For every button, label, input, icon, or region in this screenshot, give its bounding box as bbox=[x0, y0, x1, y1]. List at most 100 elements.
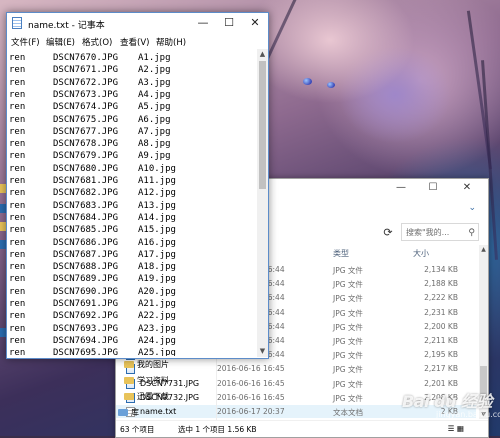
command-text: ren bbox=[9, 335, 26, 346]
command-text: ren bbox=[9, 348, 26, 356]
source-filename: DSCN7689.JPG bbox=[53, 274, 119, 285]
close-button[interactable]: ✕ bbox=[242, 13, 268, 34]
text-line: ren DSCN7688.JPG A18.jpg bbox=[9, 261, 176, 273]
folder-icon bbox=[124, 361, 134, 368]
file-type: JPG 文件 bbox=[333, 365, 363, 375]
scroll-up-icon[interactable]: ▲ bbox=[257, 49, 268, 60]
source-filename: DSCN7684.JPG bbox=[53, 212, 119, 223]
column-header-type[interactable]: 类型 bbox=[333, 248, 349, 259]
text-line: ren DSCN7681.JPG A11.jpg bbox=[9, 175, 176, 187]
minimize-button[interactable]: — bbox=[386, 179, 416, 197]
watermark-logo: Bai du 经验 bbox=[402, 392, 492, 411]
expand-ribbon-icon[interactable]: ⌄ bbox=[468, 203, 476, 213]
source-filename: DSCN7685.JPG bbox=[53, 225, 119, 236]
file-size: 2,231 KB bbox=[424, 307, 458, 317]
file-size: 2,217 KB bbox=[424, 364, 458, 374]
nav-item[interactable]: 库 bbox=[118, 407, 139, 419]
file-date: 2016-06-16 16:45 bbox=[217, 392, 285, 402]
nav-item[interactable]: 我的图片 bbox=[124, 359, 169, 371]
source-filename: DSCN7688.JPG bbox=[53, 262, 119, 273]
minimize-button[interactable]: — bbox=[190, 13, 216, 34]
source-filename: DSCN7683.JPG bbox=[53, 200, 119, 211]
text-line: ren DSCN7685.JPG A15.jpg bbox=[9, 224, 176, 236]
command-text: ren bbox=[9, 286, 26, 297]
menu-edit[interactable]: 编辑(E) bbox=[46, 36, 75, 48]
notepad-scrollbar[interactable]: ▲ ▼ bbox=[257, 49, 268, 357]
command-text: ren bbox=[9, 114, 26, 125]
notepad-icon bbox=[12, 17, 22, 29]
file-type: 文本文档 bbox=[333, 408, 363, 417]
maximize-button[interactable]: ☐ bbox=[216, 13, 242, 34]
watermark-url: jingyan.baidu.com bbox=[436, 410, 500, 419]
text-line: ren DSCN7678.JPG A8.jpg bbox=[9, 138, 171, 150]
nav-item[interactable]: 学习资料 bbox=[124, 375, 169, 387]
notepad-title-bar[interactable]: name.txt - 记事本 — ☐ ✕ bbox=[7, 13, 268, 34]
wallpaper-gem bbox=[303, 78, 312, 85]
text-line: ren DSCN7674.JPG A5.jpg bbox=[9, 101, 171, 113]
command-text: ren bbox=[9, 163, 26, 174]
source-filename: DSCN7694.JPG bbox=[53, 335, 119, 346]
target-filename: A9.jpg bbox=[138, 151, 171, 162]
menu-help[interactable]: 帮助(H) bbox=[156, 36, 186, 48]
target-filename: A22.jpg bbox=[138, 311, 176, 322]
nav-item[interactable]: 迅雷下载 bbox=[124, 391, 169, 403]
target-filename: A11.jpg bbox=[138, 176, 176, 186]
command-text: ren bbox=[9, 53, 26, 63]
file-size: 2,211 KB bbox=[424, 336, 458, 345]
command-text: ren bbox=[9, 139, 26, 150]
file-type: JPG 文件 bbox=[333, 294, 363, 304]
file-size: 2,195 KB bbox=[424, 350, 458, 360]
close-button[interactable]: ✕ bbox=[452, 179, 482, 197]
file-size: 2,188 KB bbox=[424, 279, 458, 289]
notepad-text-area[interactable]: ren DSCN7670.JPG A1.jpg ren DSCN7671.JPG A2.j… bbox=[8, 50, 256, 356]
command-text: ren bbox=[9, 126, 26, 137]
text-line: ren DSCN7670.JPG A1.jpg bbox=[9, 52, 171, 64]
folder-icon bbox=[124, 393, 134, 400]
command-text: ren bbox=[9, 274, 26, 285]
file-type: JPG 文件 bbox=[333, 308, 363, 318]
text-line: ren DSCN7692.JPG A22.jpg bbox=[9, 310, 176, 322]
notepad-window[interactable]: name.txt - 记事本 — ☐ ✕ 文件(F) 编辑(E) 格式(O) 查… bbox=[6, 12, 269, 359]
text-line: ren DSCN7680.JPG A10.jpg bbox=[9, 163, 176, 175]
source-filename: DSCN7681.JPG bbox=[53, 176, 119, 186]
source-filename: DSCN7682.JPG bbox=[53, 188, 119, 199]
target-filename: A2.jpg bbox=[138, 65, 171, 76]
wallpaper-gem bbox=[327, 82, 335, 88]
source-filename: DSCN7677.JPG bbox=[53, 126, 119, 137]
file-size: 2,222 KB bbox=[424, 293, 458, 303]
target-filename: A1.jpg bbox=[138, 53, 171, 63]
scrollbar-thumb[interactable] bbox=[259, 61, 266, 189]
text-line: ren DSCN7682.JPG A12.jpg bbox=[9, 187, 176, 199]
source-filename: DSCN7690.JPG bbox=[53, 286, 119, 297]
command-text: ren bbox=[9, 299, 26, 309]
column-header-size[interactable]: 大小 bbox=[413, 248, 429, 259]
menu-view[interactable]: 查看(V) bbox=[120, 36, 149, 48]
target-filename: A10.jpg bbox=[138, 163, 176, 174]
target-filename: A6.jpg bbox=[138, 114, 171, 125]
search-input[interactable]: 搜索"我的... ⚲ bbox=[401, 223, 479, 241]
text-line: ren DSCN7675.JPG A6.jpg bbox=[9, 114, 171, 126]
navigation-pane: 我的图片 学习资料 迅雷下载 库 bbox=[116, 357, 217, 421]
target-filename: A20.jpg bbox=[138, 286, 176, 297]
folder-icon bbox=[124, 377, 134, 384]
source-filename: DSCN7673.JPG bbox=[53, 89, 119, 100]
menu-format[interactable]: 格式(O) bbox=[82, 36, 112, 48]
scroll-down-icon[interactable]: ▼ bbox=[257, 346, 268, 357]
selection-info: 选中 1 个项目 1.56 KB bbox=[178, 425, 257, 434]
target-filename: A14.jpg bbox=[138, 212, 176, 223]
item-count: 63 个项目 bbox=[120, 425, 155, 434]
refresh-icon[interactable]: ⟳ bbox=[381, 226, 395, 240]
target-filename: A24.jpg bbox=[138, 335, 176, 346]
text-line: ren DSCN7693.JPG A23.jpg bbox=[9, 323, 176, 335]
nav-item-label: 学习资料 bbox=[137, 376, 169, 385]
menu-file[interactable]: 文件(F) bbox=[11, 36, 40, 48]
source-filename: DSCN7695.JPG bbox=[53, 348, 119, 356]
target-filename: A21.jpg bbox=[138, 299, 176, 309]
target-filename: A5.jpg bbox=[138, 102, 171, 113]
file-type: JPG 文件 bbox=[333, 337, 363, 346]
target-filename: A19.jpg bbox=[138, 274, 176, 285]
baidu-watermark: Bai du 经验 jingyan.baidu.com bbox=[396, 384, 500, 428]
scroll-up-icon[interactable]: ▲ bbox=[479, 245, 488, 254]
maximize-button[interactable]: ☐ bbox=[418, 179, 448, 197]
text-line: ren DSCN7691.JPG A21.jpg bbox=[9, 298, 176, 310]
